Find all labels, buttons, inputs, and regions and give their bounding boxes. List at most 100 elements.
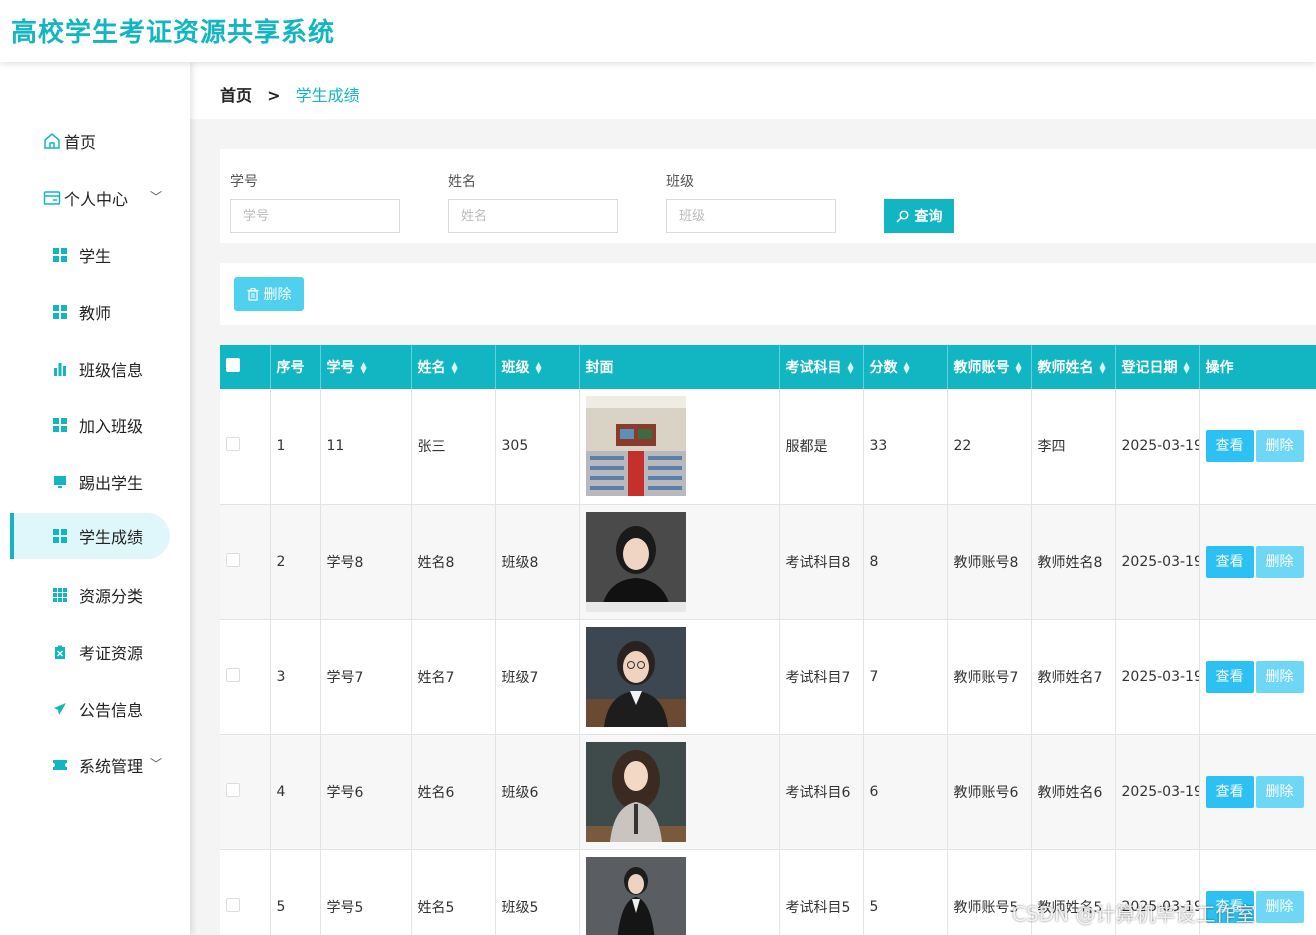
chevron-down-icon: ﹀ (149, 190, 162, 204)
delete-button[interactable]: 删除 (1255, 660, 1304, 693)
sidebar-item-label: 加入班级 (79, 417, 144, 436)
cell-student-number: 学号6 (320, 734, 412, 850)
table-row: 2 学号8 姓名8 班级8 考试科目8 8 教师账号8 教师姓名8 2025-0… (220, 504, 1316, 620)
sort-icon[interactable]: ▲ ▼ (452, 361, 458, 375)
sidebar-item-student[interactable]: 学生 (10, 232, 170, 278)
sort-icon[interactable]: ▲ ▼ (904, 361, 910, 375)
row-checkbox[interactable] (226, 667, 240, 682)
cell-index: 1 (270, 389, 321, 505)
delete-button[interactable]: 删除 (1255, 430, 1304, 463)
delete-button[interactable]: 删除 (1255, 890, 1304, 923)
cell-class: 班级5 (495, 849, 580, 935)
breadcrumb-separator: > (267, 86, 281, 105)
view-button[interactable]: 查看 (1205, 775, 1254, 808)
action-bar: 删除 (220, 263, 1316, 325)
row-checkbox[interactable] (226, 437, 240, 452)
cell-date: 2025-03-19 (1115, 389, 1200, 505)
sidebar-item-exam-resources[interactable]: 考证资源 (10, 629, 170, 675)
student-number-input[interactable] (230, 199, 400, 233)
cell-score: 5 (863, 849, 948, 935)
cover-image-illustration[interactable] (585, 741, 686, 842)
sidebar-item-system-management[interactable]: 系统管理 ﹀ (10, 742, 170, 788)
cell-index: 5 (270, 849, 321, 935)
breadcrumb-home[interactable]: 首页 (220, 86, 252, 105)
cell-score: 33 (863, 389, 948, 505)
cell-teacher-account: 教师账号6 (947, 734, 1032, 850)
cell-index: 4 (270, 734, 321, 850)
grid-icon (51, 416, 69, 434)
query-button-label: 查询 (914, 209, 943, 225)
cell-name: 姓名6 (411, 734, 496, 850)
home-icon (43, 132, 61, 150)
cover-image-classroom[interactable] (585, 396, 686, 497)
sidebar-item-kick-student[interactable]: 踢出学生 (10, 459, 170, 505)
sidebar-item-label: 系统管理 (79, 757, 144, 776)
name-filter: 姓名 (448, 171, 618, 233)
cell-name: 姓名8 (411, 504, 496, 620)
sidebar-item-label: 公告信息 (79, 701, 144, 720)
column-header[interactable]: 考试科目 ▲ ▼ (779, 345, 864, 389)
breadcrumb: 首页 > 学生成绩 (220, 82, 360, 106)
select-all-header[interactable] (220, 345, 271, 389)
cover-image-portrait[interactable] (585, 856, 686, 935)
search-icon (895, 209, 909, 223)
view-button[interactable]: 查看 (1205, 545, 1254, 578)
sidebar-item-personal-center[interactable]: 个人中心 ﹀ (10, 175, 170, 221)
column-header[interactable]: 姓名 ▲ ▼ (411, 345, 496, 389)
sidebar-item-label: 资源分类 (79, 587, 144, 606)
cover-image-portrait[interactable] (585, 626, 686, 727)
sidebar-item-label: 踢出学生 (79, 474, 144, 493)
row-checkbox[interactable] (226, 782, 240, 797)
query-button[interactable]: 查询 (884, 199, 954, 233)
sort-icon[interactable]: ▲ ▼ (1016, 361, 1022, 375)
column-header: 序号 (270, 345, 321, 389)
sidebar-item-teacher[interactable]: 教师 (10, 289, 170, 335)
sidebar-item-announcements[interactable]: 公告信息 (10, 686, 170, 732)
view-button[interactable]: 查看 (1205, 660, 1254, 693)
ticket-icon (51, 756, 69, 774)
column-header[interactable]: 教师姓名 ▲ ▼ (1031, 345, 1116, 389)
sort-icon[interactable]: ▲ ▼ (536, 361, 542, 375)
row-checkbox[interactable] (226, 552, 240, 567)
cover-image-portrait[interactable] (585, 511, 686, 612)
delete-button[interactable]: 删除 (1255, 545, 1304, 578)
sidebar-item-label: 班级信息 (79, 361, 144, 380)
sidebar-item-home[interactable]: 首页 (10, 118, 170, 164)
paper-plane-icon (51, 700, 69, 718)
row-checkbox[interactable] (226, 897, 240, 912)
sidebar-item-label: 个人中心 (64, 190, 129, 209)
trash-icon (247, 287, 259, 301)
sidebar-item-resource-category[interactable]: 资源分类 (10, 572, 170, 618)
cell-teacher-account: 22 (947, 389, 1032, 505)
column-header[interactable]: 教师账号 ▲ ▼ (947, 345, 1032, 389)
view-button[interactable]: 查看 (1205, 430, 1254, 463)
breadcrumb-bar: 首页 > 学生成绩 (190, 62, 1316, 119)
select-all-checkbox[interactable] (226, 358, 240, 372)
scores-table-container: 序号 学号 ▲ ▼ 姓名 ▲ ▼ 班级 ▲ ▼ 封面 考试科目 ▲ ▼ 分数 ▲ ▼ 教师账号 ▲ ▼ … (220, 345, 1316, 935)
grid-icon (51, 246, 69, 264)
cell-student-number: 11 (320, 389, 412, 505)
batch-delete-button[interactable]: 删除 (234, 277, 304, 311)
cell-student-number: 学号8 (320, 504, 412, 620)
column-header[interactable]: 登记日期 ▲ ▼ (1115, 345, 1200, 389)
class-input[interactable] (666, 199, 836, 233)
top-header: 高校学生考证资源共享系统 (0, 0, 1316, 62)
sidebar-item-join-class[interactable]: 加入班级 (10, 402, 170, 448)
scores-table: 序号 学号 ▲ ▼ 姓名 ▲ ▼ 班级 ▲ ▼ 封面 考试科目 ▲ ▼ 分数 ▲ ▼ 教师账号 ▲ ▼ … (220, 345, 1316, 935)
sidebar-item-student-scores[interactable]: 学生成绩 (10, 513, 170, 559)
cell-student-number: 学号5 (320, 849, 412, 935)
delete-button[interactable]: 删除 (1255, 775, 1304, 808)
csdn-watermark: CSDN @计算机毕设工作室 (1012, 902, 1256, 926)
column-header[interactable]: 学号 ▲ ▼ (320, 345, 412, 389)
column-header[interactable]: 分数 ▲ ▼ (863, 345, 948, 389)
name-input[interactable] (448, 199, 618, 233)
column-header[interactable]: 班级 ▲ ▼ (495, 345, 580, 389)
sort-icon[interactable]: ▲ ▼ (361, 361, 367, 375)
sort-icon[interactable]: ▲ ▼ (848, 361, 854, 375)
sort-icon[interactable]: ▲ ▼ (1100, 361, 1106, 375)
sidebar-item-class-info[interactable]: 班级信息 (10, 346, 170, 392)
sort-icon[interactable]: ▲ ▼ (1184, 361, 1190, 375)
cell-subject: 考试科目5 (779, 849, 864, 935)
user-card-icon (43, 189, 61, 207)
cell-subject: 考试科目8 (779, 504, 864, 620)
